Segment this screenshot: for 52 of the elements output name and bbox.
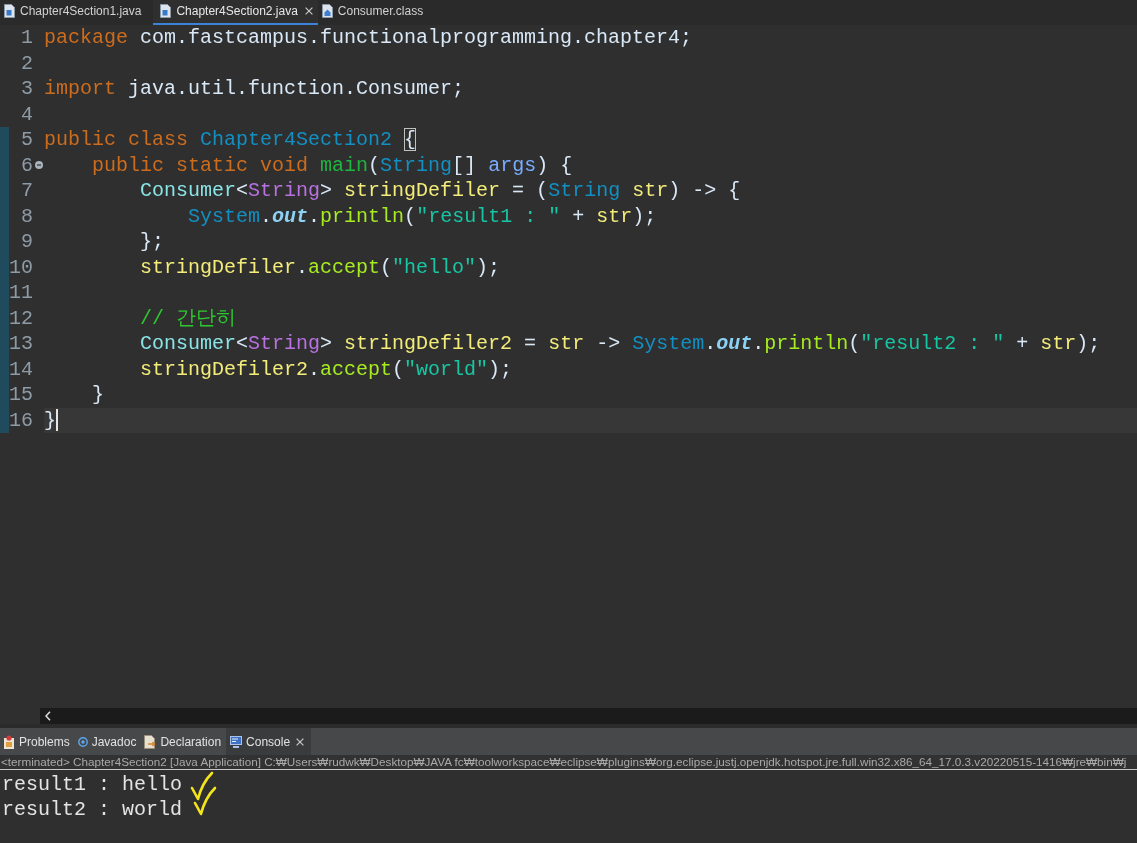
close-icon[interactable] bbox=[296, 737, 305, 746]
line-number: 12 bbox=[9, 305, 33, 331]
line-number: 16 bbox=[9, 407, 33, 433]
horizontal-scrollbar[interactable] bbox=[40, 708, 1137, 724]
line-number: 13 bbox=[9, 331, 33, 357]
minus-circle-icon[interactable] bbox=[34, 161, 43, 170]
line-number: 3 bbox=[20, 76, 33, 102]
code-line: }; bbox=[140, 229, 165, 255]
chevron-left-icon[interactable] bbox=[45, 711, 51, 721]
console-status: <terminated> Chapter4Section2 [Java Application] C:₩Users₩rudwk₩Desktop₩JAVA fc₩toolworkspace₩eclipse₩plugins₩org.eclipse.justj.openjdk.hotspot.jre.full.win32.x86_64_17.0.3.v20220515-1416₩jre₩bin₩j bbox=[0, 755, 1137, 770]
line-number: 10 bbox=[9, 254, 33, 280]
panel-tab[interactable]: Javadoc bbox=[74, 728, 142, 755]
line-number: 6 bbox=[20, 152, 33, 178]
line-number: 7 bbox=[20, 178, 33, 204]
code-line: public class Chapter4Section2 { bbox=[44, 127, 417, 153]
circle-dot-icon bbox=[77, 736, 88, 747]
code-line: Consumer<String> stringDefiler = (String str) -> { bbox=[140, 178, 741, 204]
console-output: result2 : world bbox=[2, 798, 183, 821]
panel-tab[interactable]: Problems bbox=[0, 728, 75, 755]
clipboard-icon bbox=[3, 734, 15, 749]
editor-tab[interactable]: Chapter4Section2.java bbox=[153, 0, 318, 25]
line-number: 2 bbox=[20, 50, 33, 76]
code-line: package com.fastcampus.functionalprogramming.chapter4; bbox=[44, 25, 693, 51]
panel-tab[interactable]: Declaration bbox=[141, 728, 227, 755]
code-line: stringDefiler2.accept("world"); bbox=[140, 356, 513, 382]
code-line: } bbox=[44, 407, 56, 433]
line-number: 8 bbox=[20, 203, 33, 229]
code-line: public static void main(String[] args) { bbox=[92, 152, 573, 178]
line-number: 11 bbox=[9, 280, 33, 306]
document-icon bbox=[321, 4, 333, 18]
line-number: 4 bbox=[20, 101, 33, 127]
line-number: 1 bbox=[20, 25, 33, 51]
editor-tab[interactable]: Chapter4Section1.java bbox=[0, 0, 154, 25]
editor-tab[interactable]: Consumer.class bbox=[317, 0, 436, 25]
document-icon bbox=[4, 4, 15, 18]
monitor-icon bbox=[230, 735, 243, 748]
code-line: stringDefiler.accept("hello"); bbox=[140, 254, 501, 280]
line-number: 5 bbox=[20, 127, 33, 153]
line-number: 15 bbox=[9, 382, 33, 408]
line-number: 9 bbox=[20, 229, 33, 255]
document-arrow-icon bbox=[144, 734, 157, 749]
code-line: System.out.println("result1 : " + str); bbox=[188, 203, 657, 229]
panel-tab[interactable]: Console bbox=[226, 728, 312, 755]
document-icon bbox=[160, 4, 172, 18]
text-cursor bbox=[56, 409, 58, 432]
line-number: 14 bbox=[9, 356, 33, 382]
console-output: result1 : hello bbox=[2, 773, 183, 796]
code-line: // 간단히 bbox=[140, 305, 237, 331]
code-line: } bbox=[92, 382, 105, 408]
close-icon[interactable] bbox=[304, 7, 313, 15]
code-line: import java.util.function.Consumer; bbox=[44, 76, 465, 102]
code-line: Consumer<String> stringDefiler2 = str -> System.out.println("result2 : " + str); bbox=[140, 331, 1101, 357]
